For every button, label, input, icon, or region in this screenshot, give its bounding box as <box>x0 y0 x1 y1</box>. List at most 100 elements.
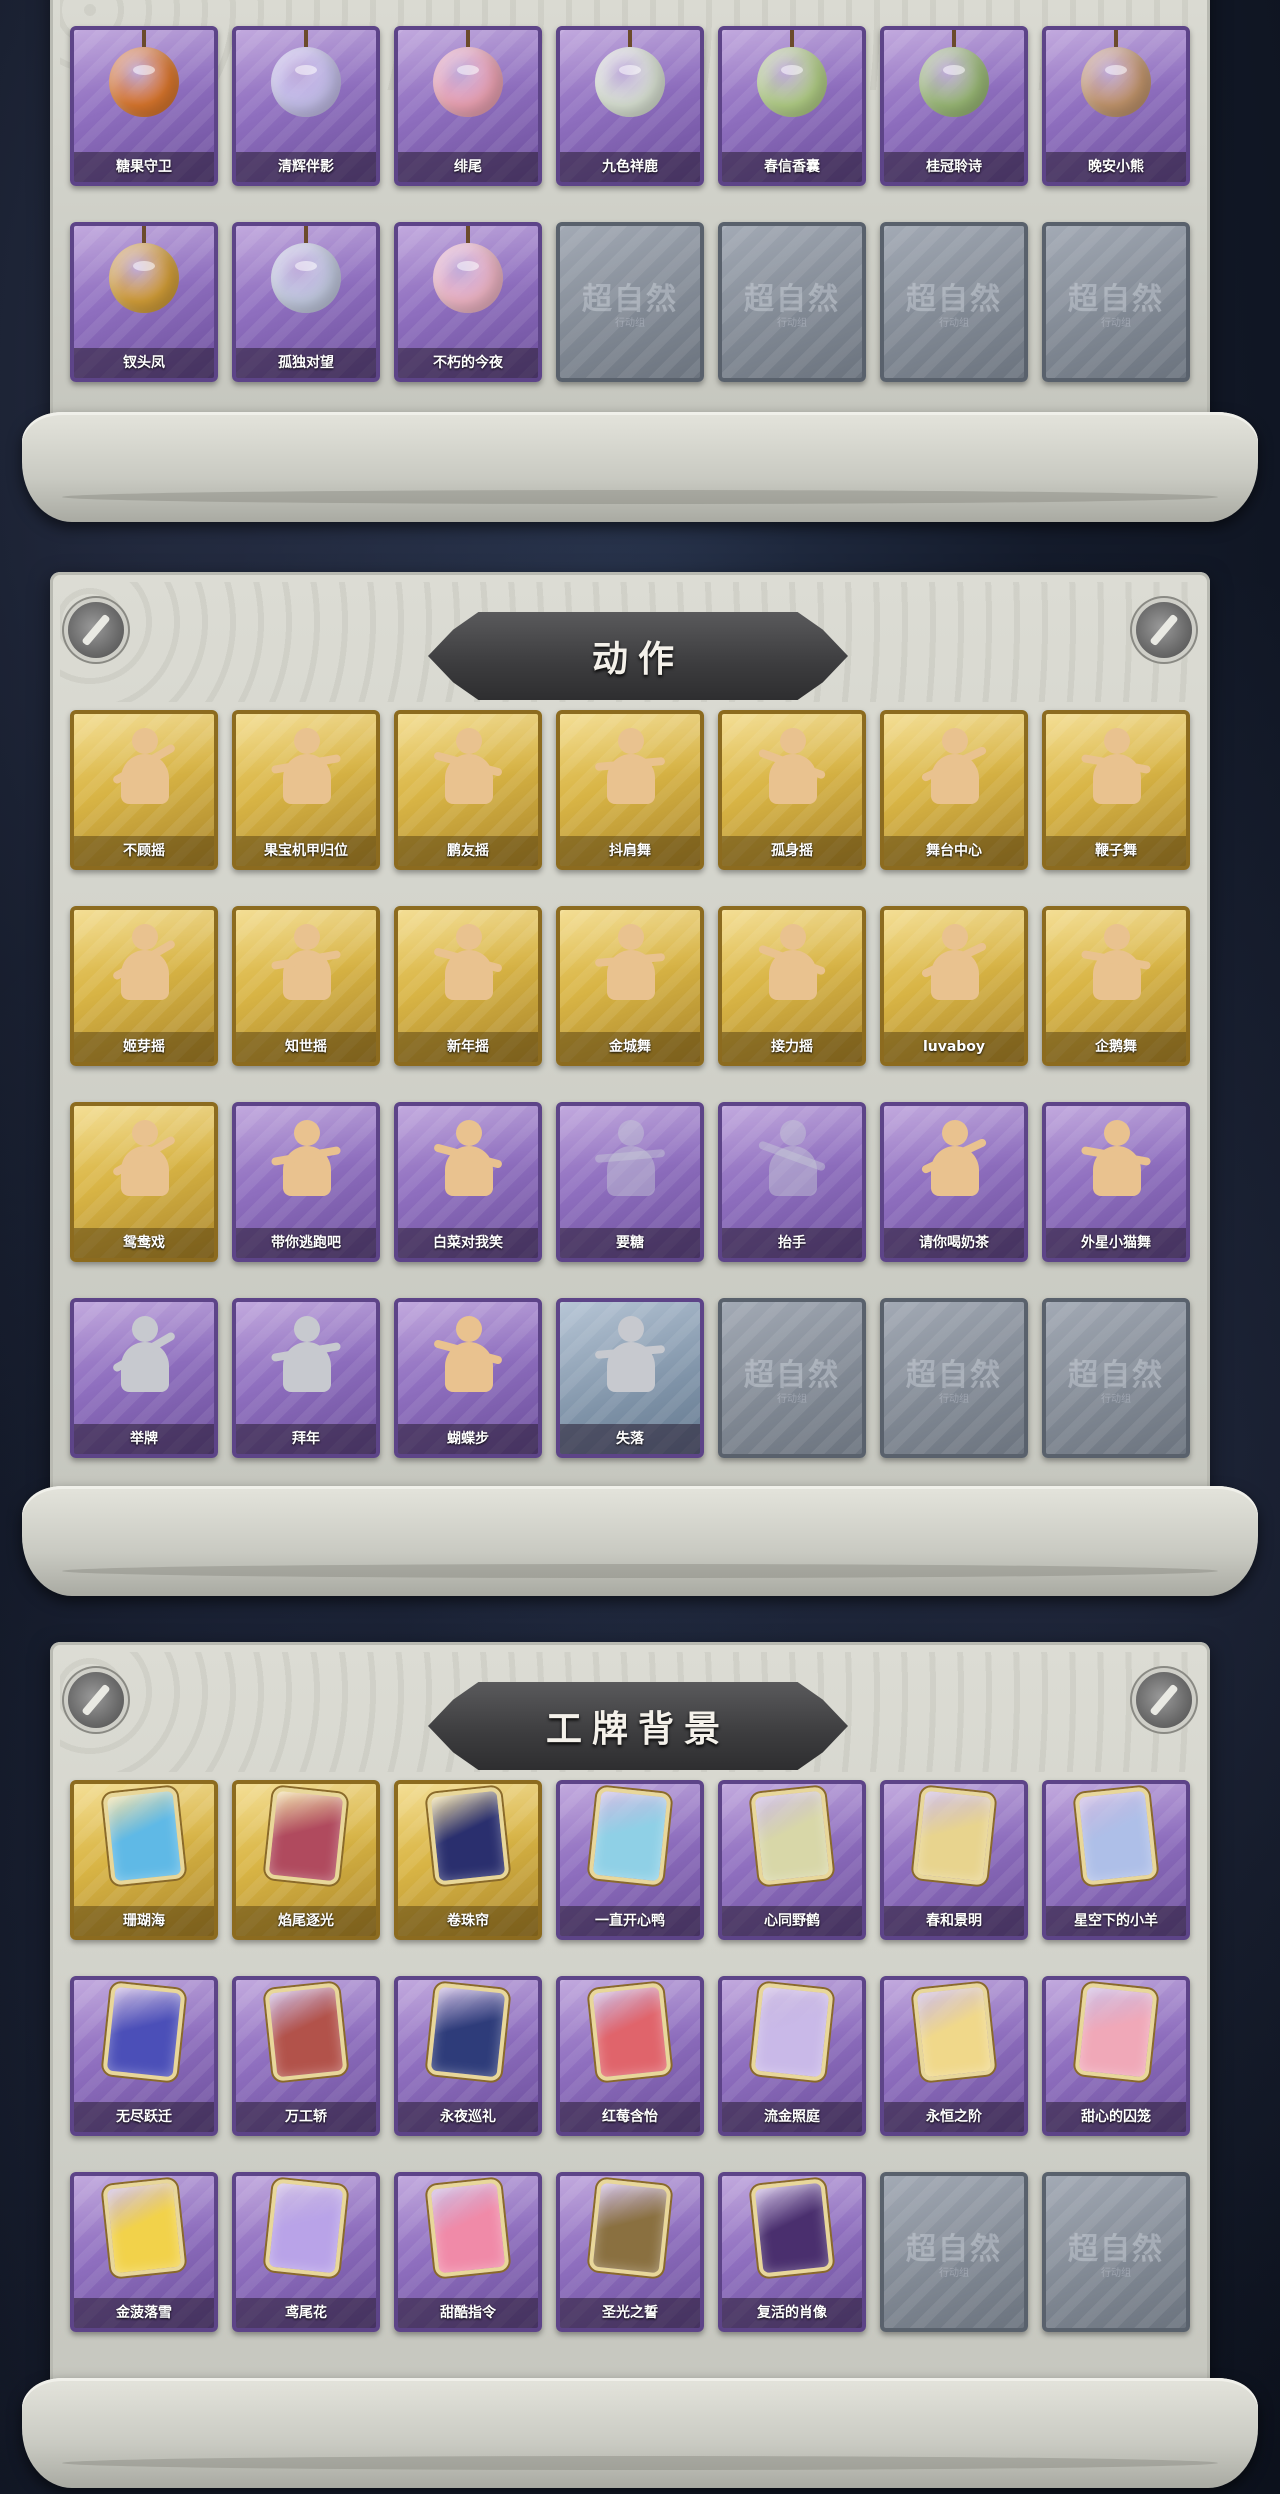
item-art <box>102 2178 186 2278</box>
item-art <box>588 724 672 808</box>
item-art <box>588 2178 672 2278</box>
badge-background-card[interactable]: 无尽跃迁 <box>70 1976 218 2136</box>
item-art <box>912 1982 996 2082</box>
item-art <box>102 1786 186 1886</box>
emote-card[interactable]: 蝴蝶步 <box>394 1298 542 1458</box>
badge-background-card[interactable]: 红莓含怡 <box>556 1976 704 2136</box>
badge-background-card[interactable]: 复活的肖像 <box>718 2172 866 2332</box>
emote-card[interactable]: 鹏友摇 <box>394 710 542 870</box>
badge-background-card[interactable]: 鸢尾花 <box>232 2172 380 2332</box>
badge-frame-icon <box>426 2178 510 2278</box>
emote-card[interactable]: 失落 <box>556 1298 704 1458</box>
badge-background-card[interactable]: 焰尾逐光 <box>232 1780 380 1940</box>
badge-background-card[interactable]: 万工轿 <box>232 1976 380 2136</box>
emote-card[interactable]: 知世摇 <box>232 906 380 1066</box>
emote-card[interactable]: 不顾摇 <box>70 710 218 870</box>
emote-card[interactable]: 带你逃跑吧 <box>232 1102 380 1262</box>
emote-pose-icon <box>270 1116 342 1200</box>
emote-card[interactable]: 金城舞 <box>556 906 704 1066</box>
scroll-bottom-badges <box>22 2378 1258 2488</box>
empty-slot-logo: 超自然 <box>744 1358 840 1393</box>
emote-card[interactable]: 要糖 <box>556 1102 704 1262</box>
emote-card[interactable]: 孤身摇 <box>718 710 866 870</box>
item-label: 鸳鸯戏 <box>74 1228 214 1258</box>
item-art <box>588 920 672 1004</box>
pendant-card[interactable]: 不朽的今夜 <box>394 222 542 382</box>
pendant-card[interactable]: 绯尾 <box>394 26 542 186</box>
badge-background-card[interactable]: 永恒之阶 <box>880 1976 1028 2136</box>
badge-background-card[interactable]: 金菠落雪 <box>70 2172 218 2332</box>
pendant-grid: 糖果守卫 清辉伴影 绯尾 九色祥鹿 春信香囊 桂冠聆诗 晚安小熊钗头凤 孤独对望 不朽的今夜 超自… <box>70 26 1190 382</box>
empty-slot-sub: 行动组 <box>939 1394 969 1405</box>
emote-card[interactable]: 举牌 <box>70 1298 218 1458</box>
emote-card[interactable]: 鸳鸯戏 <box>70 1102 218 1262</box>
pendant-charm-icon <box>595 30 665 117</box>
pendant-card[interactable]: 清辉伴影 <box>232 26 380 186</box>
item-art <box>426 226 510 320</box>
item-art <box>426 2178 510 2278</box>
pendant-card[interactable]: 钗头凤 <box>70 222 218 382</box>
item-label: 蝴蝶步 <box>398 1424 538 1454</box>
emote-card[interactable]: 舞台中心 <box>880 710 1028 870</box>
badge-frame-icon <box>750 1786 834 1886</box>
badge-background-card[interactable]: 永夜巡礼 <box>394 1976 542 2136</box>
item-art <box>750 1786 834 1886</box>
badge-background-card[interactable]: 一直开心鸭 <box>556 1780 704 1940</box>
pendant-card[interactable]: 糖果守卫 <box>70 26 218 186</box>
emote-card[interactable]: luvaboy <box>880 906 1028 1066</box>
pendant-card[interactable]: 春信香囊 <box>718 26 866 186</box>
emote-card[interactable]: 请你喝奶茶 <box>880 1102 1028 1262</box>
item-art <box>102 1982 186 2082</box>
pendant-card[interactable]: 孤独对望 <box>232 222 380 382</box>
emote-pose-icon <box>757 920 827 1004</box>
badge-background-card[interactable]: 甜心的囚笼 <box>1042 1976 1190 2136</box>
item-label: 请你喝奶茶 <box>884 1228 1024 1258</box>
empty-slot-sub: 行动组 <box>939 318 969 329</box>
badge-background-card[interactable]: 圣光之誓 <box>556 2172 704 2332</box>
item-label: 接力摇 <box>722 1032 862 1062</box>
item-label: 抖肩舞 <box>560 836 700 866</box>
pendant-charm-icon <box>757 30 827 117</box>
item-art <box>912 30 996 124</box>
emote-card[interactable]: 抖肩舞 <box>556 710 704 870</box>
emote-card[interactable]: 姬芽摇 <box>70 906 218 1066</box>
badge-background-card[interactable]: 卷珠帘 <box>394 1780 542 1940</box>
emote-card[interactable]: 白菜对我笑 <box>394 1102 542 1262</box>
empty-slot-sub: 行动组 <box>777 318 807 329</box>
item-label: 孤身摇 <box>722 836 862 866</box>
badge-background-card[interactable]: 春和景明 <box>880 1780 1028 1940</box>
empty-slot-logo: 超自然 <box>906 1358 1002 1393</box>
item-label: 一直开心鸭 <box>560 1906 700 1936</box>
emote-card[interactable]: 果宝机甲归位 <box>232 710 380 870</box>
pendant-card[interactable]: 九色祥鹿 <box>556 26 704 186</box>
emote-card[interactable]: 企鹅舞 <box>1042 906 1190 1066</box>
badge-frame-icon <box>264 1786 348 1886</box>
badge-background-card[interactable]: 甜酷指令 <box>394 2172 542 2332</box>
item-label: 桂冠聆诗 <box>884 152 1024 182</box>
badge-background-card[interactable]: 星空下的小羊 <box>1042 1780 1190 1940</box>
emote-pose-icon <box>270 1312 342 1396</box>
empty-slot-sub: 行动组 <box>939 2268 969 2279</box>
badge-grid: 珊瑚海 焰尾逐光 卷珠帘 一直开心鸭 心同野鹤 春和景明 星空下的小羊无尽跃迁 万工轿 永夜巡礼… <box>70 1780 1190 2332</box>
pendant-card[interactable]: 桂冠聆诗 <box>880 26 1028 186</box>
badge-background-card[interactable]: 珊瑚海 <box>70 1780 218 1940</box>
emote-card[interactable]: 抬手 <box>718 1102 866 1262</box>
item-art <box>1074 920 1158 1004</box>
item-label: luvaboy <box>884 1032 1024 1062</box>
item-art <box>912 724 996 808</box>
emote-card[interactable]: 拜年 <box>232 1298 380 1458</box>
emote-card[interactable]: 外星小猫舞 <box>1042 1102 1190 1262</box>
emote-pose-icon <box>757 724 827 808</box>
item-art <box>1074 1786 1158 1886</box>
pendant-card[interactable]: 晚安小熊 <box>1042 26 1190 186</box>
empty-slot-logo: 超自然 <box>906 282 1002 317</box>
emote-pose-icon <box>919 1116 989 1200</box>
item-art <box>588 1312 672 1396</box>
badge-background-card[interactable]: 心同野鹤 <box>718 1780 866 1940</box>
emote-card[interactable]: 新年摇 <box>394 906 542 1066</box>
empty-slot-logo: 超自然 <box>582 282 678 317</box>
item-label: 抬手 <box>722 1228 862 1258</box>
emote-card[interactable]: 鞭子舞 <box>1042 710 1190 870</box>
badge-background-card[interactable]: 流金照庭 <box>718 1976 866 2136</box>
emote-card[interactable]: 接力摇 <box>718 906 866 1066</box>
